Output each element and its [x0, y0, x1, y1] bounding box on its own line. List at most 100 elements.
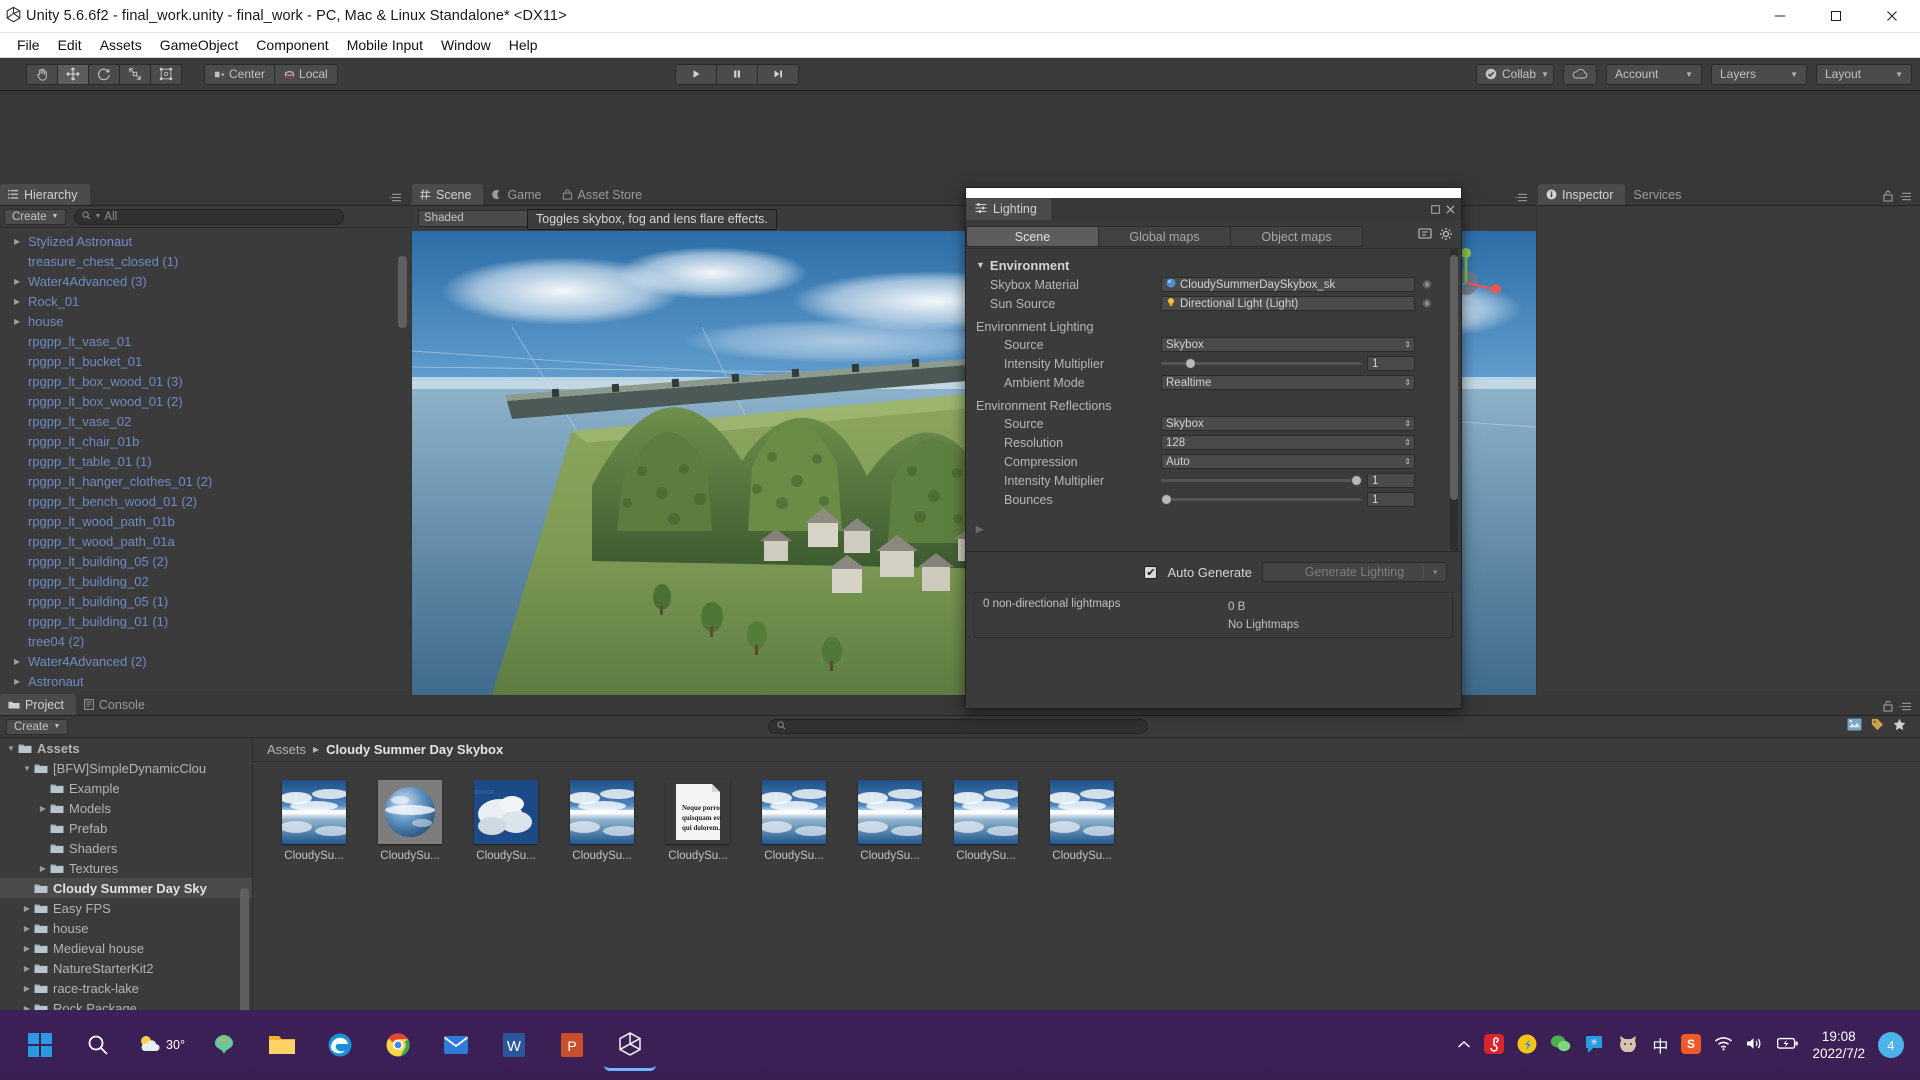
project-tree-item[interactable]: Cloudy Summer Day Sky [0, 878, 252, 898]
asset-thumbnail[interactable] [282, 780, 346, 844]
project-tree-scrollbar[interactable] [240, 888, 249, 1028]
asset-grid[interactable]: CloudySu... CloudySu... CloudySu... CloudyS… [253, 762, 1920, 1020]
hamburger-icon[interactable] [1516, 193, 1529, 205]
asset-item[interactable]: CloudySu... [275, 780, 353, 862]
env-reflections-intensity-slider[interactable] [1161, 475, 1362, 486]
project-search-input[interactable] [767, 719, 1148, 734]
menu-mobile-input[interactable]: Mobile Input [338, 33, 432, 58]
refresh-icon[interactable] [1418, 227, 1432, 246]
netease-music-icon[interactable] [1484, 1033, 1505, 1057]
tab-services[interactable]: Services [1625, 184, 1693, 205]
triangle-right-icon[interactable]: ▶ [20, 904, 34, 913]
unity-icon[interactable] [604, 1019, 656, 1071]
hierarchy-item[interactable]: rpgpp_lt_box_wood_01 (2) [0, 391, 410, 411]
project-tree-item[interactable]: ▶ Textures [0, 858, 252, 878]
hierarchy-item[interactable]: ▶ Rock_01 [0, 291, 410, 311]
menu-window[interactable]: Window [432, 33, 500, 58]
handle-rotation-button[interactable]: Local [274, 63, 338, 85]
project-tree-item[interactable]: Shaders [0, 838, 252, 858]
maximize-button[interactable] [1808, 0, 1864, 33]
hierarchy-item[interactable]: rpgpp_lt_wood_path_01a [0, 531, 410, 551]
weather-widget[interactable]: 30° [130, 1019, 192, 1071]
precomputed-realtime-gi-header[interactable]: ▶ [976, 519, 1439, 539]
asset-thumbnail[interactable] [954, 780, 1018, 844]
ambient-mode-dropdown[interactable]: Realtime ⇕ [1161, 375, 1415, 390]
cloud-button[interactable] [1562, 63, 1597, 85]
bounces-slider[interactable] [1161, 494, 1361, 505]
triangle-right-icon[interactable]: ▶ [20, 944, 34, 953]
lighting-window-titlebar[interactable] [966, 188, 1461, 198]
lighting-settings-scroll[interactable]: ▼ Environment Skybox Material CloudySumm… [966, 248, 1461, 551]
word-icon[interactable]: W [488, 1019, 540, 1071]
pause-button[interactable] [716, 63, 759, 85]
file-explorer-icon[interactable] [256, 1019, 308, 1071]
layout-button[interactable]: Layout ▼ [1815, 63, 1912, 85]
environment-section-header[interactable]: ▼ Environment [976, 255, 1439, 275]
minimize-button[interactable] [1752, 0, 1808, 33]
env-reflections-intensity-value[interactable]: 1 [1367, 473, 1415, 488]
asset-item[interactable]: Neque porro quisquam est qui dolorem. Cloud… [659, 780, 737, 862]
project-tree-item[interactable]: ▶ race-track-lake [0, 978, 252, 998]
tab-lighting[interactable]: Lighting [966, 198, 1051, 220]
gear-icon[interactable] [1439, 227, 1453, 246]
windows-start-icon[interactable] [14, 1019, 66, 1071]
triangle-right-icon[interactable]: ▶ [20, 984, 34, 993]
project-create-button[interactable]: Create ▼ [6, 718, 69, 735]
mail-icon[interactable] [430, 1019, 482, 1071]
hamburger-icon[interactable] [390, 193, 403, 205]
env-reflections-compression-dropdown[interactable]: Auto ⇕ [1161, 454, 1415, 469]
close-button[interactable] [1864, 0, 1920, 33]
lighting-tab-object-maps[interactable]: Object maps [1230, 226, 1363, 247]
triangle-right-icon[interactable]: ▶ [14, 237, 28, 246]
slider-knob[interactable] [1185, 358, 1196, 369]
hierarchy-item[interactable]: rpgpp_lt_vase_02 [0, 411, 410, 431]
battery-icon[interactable] [1777, 1037, 1799, 1053]
asset-thumbnail[interactable] [378, 780, 442, 844]
asset-item[interactable]: CloudySu... [755, 780, 833, 862]
sun-source-field[interactable]: Directional Light (Light) [1161, 296, 1415, 311]
edge-icon[interactable] [314, 1019, 366, 1071]
hierarchy-item[interactable]: rpgpp_lt_box_wood_01 (3) [0, 371, 410, 391]
triangle-down-icon[interactable]: ▼ [20, 764, 34, 773]
lock-icon[interactable] [1883, 190, 1893, 205]
qq-browser-icon[interactable] [1517, 1034, 1537, 1057]
hierarchy-item[interactable]: rpgpp_lt_bench_wood_01 (2) [0, 491, 410, 511]
hierarchy-scrollbar[interactable] [398, 256, 407, 328]
menu-file[interactable]: File [8, 33, 49, 58]
triangle-down-icon[interactable]: ▼ [4, 744, 18, 753]
hierarchy-item[interactable]: rpgpp_lt_hanger_clothes_01 (2) [0, 471, 410, 491]
close-icon[interactable] [1446, 205, 1455, 217]
generate-lighting-button[interactable]: Generate Lighting ▼ [1262, 562, 1447, 582]
menu-component[interactable]: Component [247, 33, 337, 58]
triangle-right-icon[interactable]: ▶ [20, 964, 34, 973]
asset-thumbnail[interactable] [570, 780, 634, 844]
hamburger-icon[interactable] [1900, 702, 1913, 714]
project-tree-item[interactable]: ▶ Easy FPS [0, 898, 252, 918]
tab-scene[interactable]: Scene [412, 184, 484, 205]
breadcrumb-root[interactable]: Assets [267, 742, 306, 757]
project-tree-item[interactable]: ▶ NatureStarterKit2 [0, 958, 252, 978]
hierarchy-item[interactable]: ▶ Water4Advanced (2) [0, 651, 410, 671]
volume-icon[interactable] [1746, 1036, 1764, 1054]
wifi-icon[interactable] [1714, 1036, 1733, 1054]
auto-generate-checkbox[interactable]: ✔ [1144, 565, 1158, 579]
asset-item[interactable]: CloudySu... [947, 780, 1025, 862]
chrome-icon[interactable] [372, 1019, 424, 1071]
hierarchy-item[interactable]: ▶ Water4Advanced (3) [0, 271, 410, 291]
sogou-icon[interactable]: S [1681, 1033, 1702, 1057]
hierarchy-item[interactable]: ▶ Astronaut [0, 671, 410, 689]
tab-game[interactable]: Game [483, 184, 553, 205]
asset-item[interactable]: CloudySu... [563, 780, 641, 862]
asset-thumbnail[interactable]: Neque porro quisquam est qui dolorem. [666, 780, 730, 844]
tim-icon[interactable]: ✳ [1584, 1034, 1604, 1057]
hierarchy-tab-menu[interactable] [390, 193, 410, 205]
triangle-right-icon[interactable]: ▶ [14, 297, 28, 306]
asset-item[interactable]: CloudySu... [1043, 780, 1121, 862]
tab-console[interactable]: Console [76, 694, 157, 715]
asset-thumbnail[interactable] [762, 780, 826, 844]
account-button[interactable]: Account ▼ [1605, 63, 1702, 85]
pivot-mode-button[interactable]: Center [204, 63, 276, 85]
project-tree-item[interactable]: ▼ Assets [0, 738, 252, 758]
tab-hierarchy[interactable]: Hierarchy [0, 184, 90, 205]
hierarchy-item[interactable]: rpgpp_lt_vase_01 [0, 331, 410, 351]
